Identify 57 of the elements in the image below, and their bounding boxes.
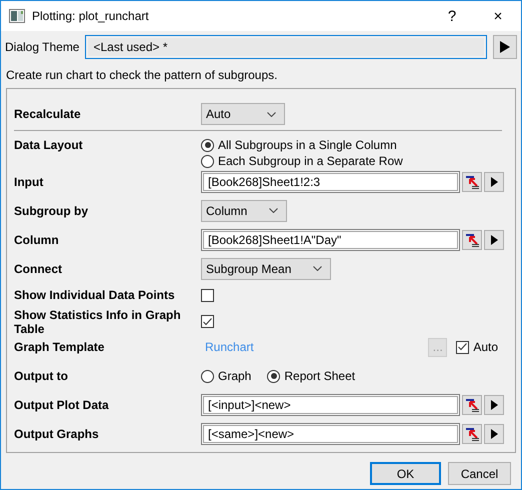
menu-arrow-button[interactable] bbox=[484, 424, 504, 444]
field-label: Output Plot Data bbox=[14, 398, 110, 412]
field-label: Subgroup by bbox=[14, 204, 89, 218]
range-picker-button[interactable] bbox=[462, 230, 482, 250]
range-picker-icon bbox=[465, 174, 479, 189]
theme-field[interactable]: <Last used> * bbox=[85, 35, 487, 59]
field-label: Output to bbox=[14, 369, 69, 383]
range-picker-button[interactable] bbox=[462, 424, 482, 444]
app-icon bbox=[9, 9, 25, 23]
menu-arrow-button[interactable] bbox=[484, 230, 504, 250]
radio-option[interactable]: Graph bbox=[201, 369, 252, 383]
radio-option[interactable]: Report Sheet bbox=[267, 369, 356, 383]
theme-label: Dialog Theme bbox=[5, 40, 80, 54]
theme-menu-button[interactable] bbox=[493, 35, 517, 59]
play-icon bbox=[490, 176, 498, 187]
dropdown[interactable]: Subgroup Mean bbox=[201, 258, 332, 280]
checkbox[interactable] bbox=[201, 315, 214, 328]
play-icon bbox=[490, 429, 498, 439]
range-picker-icon bbox=[465, 232, 479, 247]
caret-icon bbox=[313, 266, 322, 272]
range-picker-icon bbox=[465, 427, 479, 441]
field-label: Connect bbox=[14, 262, 63, 276]
caret-icon bbox=[267, 112, 276, 116]
description: Create run chart to check the pattern of subgroups. bbox=[5, 67, 278, 84]
range-field[interactable]: [Book268]Sheet1!2:3 bbox=[201, 170, 460, 193]
radio-option[interactable]: All Subgroups in a Single Column bbox=[201, 138, 502, 152]
close-button[interactable]: × bbox=[475, 8, 521, 24]
field-label: Input bbox=[14, 174, 44, 189]
range-field[interactable]: [<same>]<new> bbox=[201, 423, 460, 445]
play-icon bbox=[490, 234, 498, 245]
field-label: Graph Template bbox=[14, 340, 106, 354]
dropdown[interactable]: Auto bbox=[201, 103, 285, 125]
radio-option[interactable]: Each Subgroup in a Separate Row bbox=[201, 154, 502, 168]
menu-arrow-button[interactable] bbox=[484, 395, 504, 415]
help-button[interactable]: ? bbox=[429, 8, 475, 24]
field-label: Output Graphs bbox=[14, 427, 100, 441]
caret-icon bbox=[269, 208, 278, 214]
window-title: Plotting: plot_runchart bbox=[32, 9, 150, 23]
range-picker-button[interactable] bbox=[462, 172, 482, 192]
dialog-button[interactable]: Cancel bbox=[448, 462, 511, 485]
range-field[interactable]: [<input>]<new> bbox=[201, 394, 460, 416]
auto-checkbox[interactable]: Auto bbox=[456, 340, 498, 354]
dropdown[interactable]: Column bbox=[201, 200, 288, 222]
field-label: Recalculate bbox=[14, 107, 82, 121]
range-picker-icon bbox=[465, 398, 479, 412]
field-label: Show Statistics Info in Graph Table bbox=[14, 308, 182, 336]
play-icon bbox=[500, 41, 510, 53]
checkbox[interactable] bbox=[201, 288, 214, 302]
range-field[interactable]: [Book268]Sheet1!A"Day" bbox=[201, 228, 460, 251]
field-label: Data Layout bbox=[14, 138, 84, 152]
field-label: Show Individual Data Points bbox=[14, 288, 176, 302]
menu-arrow-button[interactable] bbox=[484, 172, 504, 192]
play-icon bbox=[490, 400, 498, 410]
checkbox[interactable] bbox=[456, 340, 470, 354]
range-picker-button[interactable] bbox=[462, 395, 482, 415]
dialog-button[interactable]: OK bbox=[370, 462, 441, 485]
field-label: Column bbox=[14, 232, 60, 247]
